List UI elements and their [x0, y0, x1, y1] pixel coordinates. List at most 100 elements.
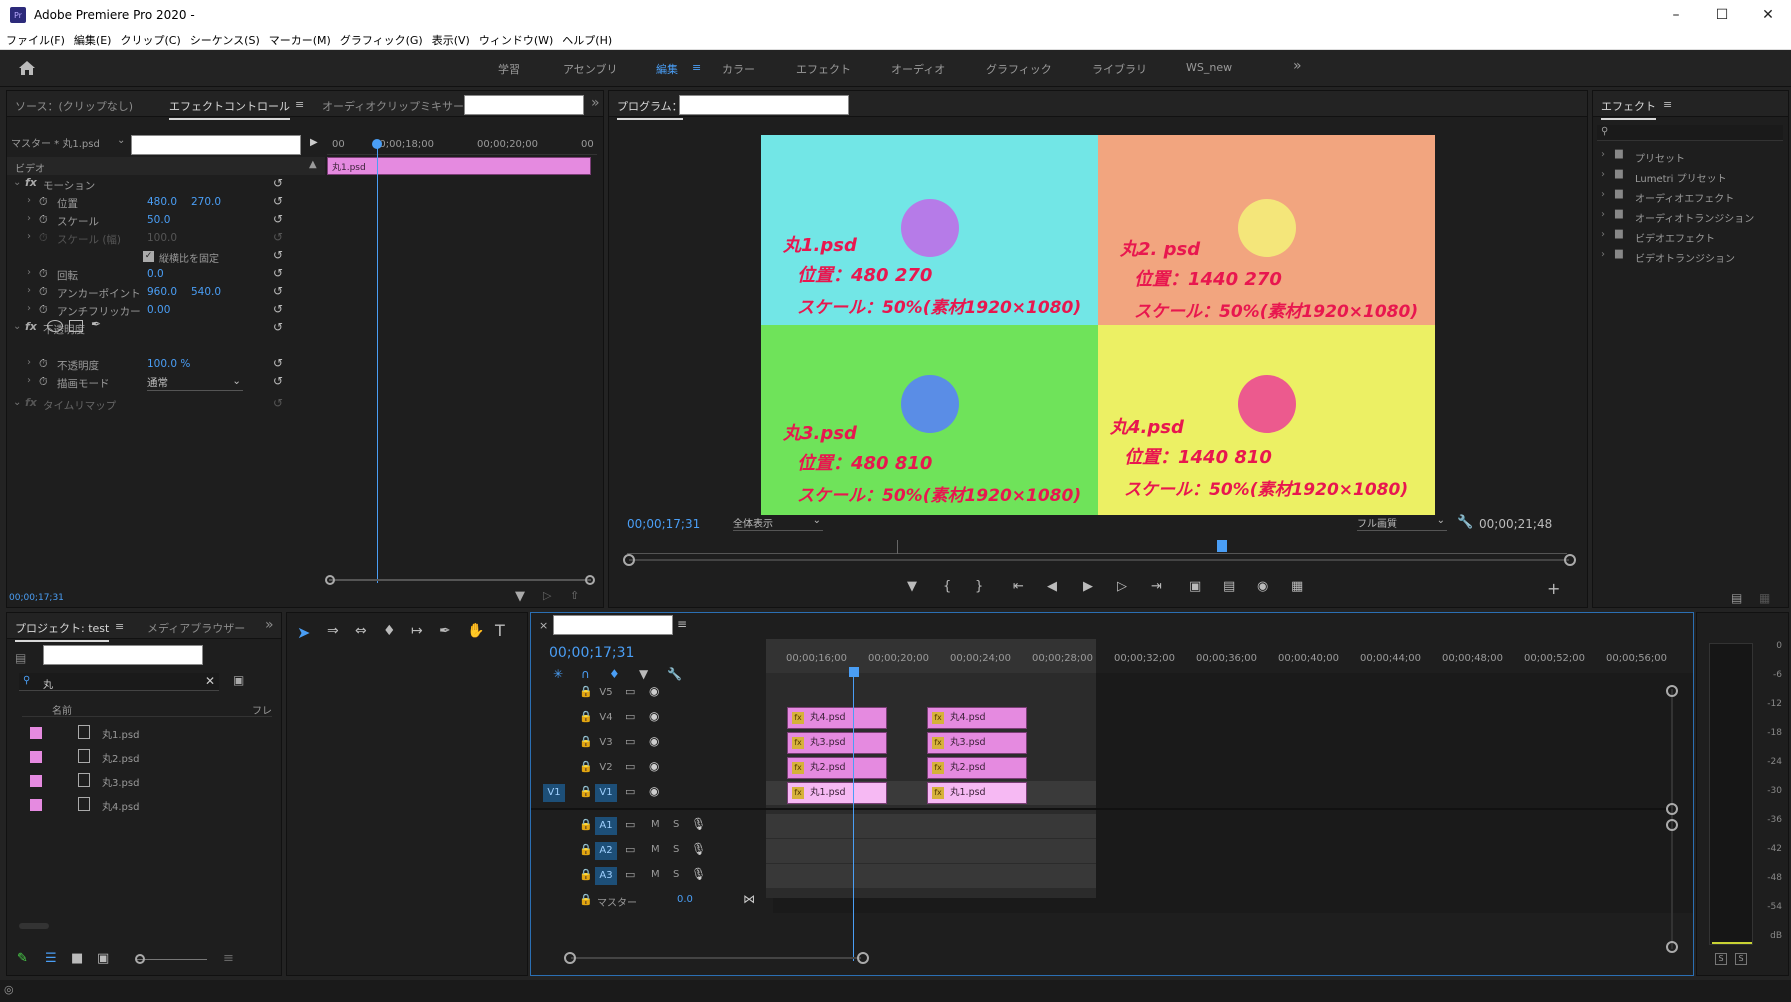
sequence-tab-field[interactable]: [553, 615, 673, 635]
effect-property-row[interactable]: › ⏱ 回転 0.0 ↺: [7, 265, 325, 285]
new-folder-icon[interactable]: ▤: [1731, 591, 1742, 605]
add-marker-icon[interactable]: ▼: [907, 579, 917, 594]
effect-playhead-handle[interactable]: [372, 139, 382, 149]
quality-select[interactable]: フル画質 ⌄: [1357, 515, 1447, 531]
lock-icon[interactable]: 🔒: [579, 710, 593, 723]
expand-chevron-icon[interactable]: ›: [1601, 169, 1605, 180]
slip-tool-icon[interactable]: ↦: [411, 623, 423, 639]
microphone-icon[interactable]: 🎙: [691, 842, 706, 856]
reset-icon[interactable]: ↺: [273, 266, 283, 280]
selection-tool-icon[interactable]: ➤: [297, 623, 310, 642]
sync-lock-icon[interactable]: ▭: [625, 760, 635, 773]
property-value[interactable]: 480.0: [147, 196, 177, 208]
close-button[interactable]: ✕: [1745, 0, 1791, 30]
effects-folder[interactable]: › ▆ ビデオトランジション: [1601, 247, 1781, 265]
filter-icon[interactable]: ▼: [515, 589, 525, 604]
mute-button[interactable]: M: [651, 869, 660, 880]
comparison-view-icon[interactable]: ▦: [1291, 579, 1303, 594]
timeline-clip[interactable]: fx 丸4.psd: [927, 707, 1027, 729]
stopwatch-icon[interactable]: ⏱: [39, 303, 48, 317]
expand-chevron-icon[interactable]: ›: [1601, 149, 1605, 160]
expand-chevron-icon[interactable]: ›: [1601, 189, 1605, 200]
reset-icon[interactable]: ↺: [273, 194, 283, 208]
property-value-2[interactable]: 270.0: [191, 196, 221, 208]
sync-lock-icon[interactable]: ▭: [625, 710, 635, 723]
expand-chevron-icon[interactable]: ›: [27, 231, 31, 242]
chevron-down-icon[interactable]: ⌄: [117, 135, 125, 146]
program-scrubber[interactable]: [627, 540, 1567, 554]
track-target-A3[interactable]: A3: [595, 867, 617, 885]
track-select-tool-icon[interactable]: ⇒: [327, 623, 339, 639]
hand-tool-icon[interactable]: ✋: [467, 623, 484, 639]
effects-folder[interactable]: › ▆ Lumetri プリセット: [1601, 167, 1781, 185]
workspace-effects[interactable]: エフェクト: [796, 61, 851, 77]
play-triangle-icon[interactable]: ▶: [310, 137, 318, 148]
timeline-clip[interactable]: fx 丸2.psd: [787, 757, 887, 779]
workspace-editing[interactable]: 編集: [656, 61, 678, 77]
effect-property-row[interactable]: › ⏱ スケール 50.0 ↺: [7, 211, 325, 231]
wrench-icon[interactable]: 🔧: [1457, 515, 1473, 530]
tab-source[interactable]: ソース：(クリップなし): [15, 98, 133, 114]
menu-sequence[interactable]: シーケンス(S): [190, 32, 260, 48]
workspace-graphics[interactable]: グラフィック: [986, 61, 1052, 77]
program-zoom-bar[interactable]: [629, 559, 1569, 561]
expand-chevron-icon[interactable]: ›: [27, 375, 31, 386]
project-item[interactable]: 丸4.psd: [22, 793, 272, 815]
step-forward-icon[interactable]: ▷: [1117, 579, 1127, 594]
ripple-edit-tool-icon[interactable]: ⇔: [355, 623, 367, 639]
extract-icon[interactable]: ▤: [1223, 579, 1235, 594]
workspace-libraries[interactable]: ライブラリ: [1092, 61, 1147, 77]
timeline-clip[interactable]: fx 丸1.psd: [787, 782, 887, 804]
lock-aspect-checkbox[interactable]: ✓: [143, 251, 154, 262]
property-value[interactable]: 50.0: [147, 214, 170, 226]
reset-icon[interactable]: ↺: [273, 356, 283, 370]
menu-clip[interactable]: クリップ(C): [120, 32, 180, 48]
column-name[interactable]: 名前: [52, 702, 72, 717]
program-video-frame[interactable]: 丸1.psd 位置：480 270 スケール：50%(素材1920×1080) 丸2.…: [761, 135, 1435, 515]
list-view-icon[interactable]: ☰: [45, 951, 57, 966]
more-panels-icon[interactable]: »: [265, 617, 274, 633]
project-item[interactable]: 丸1.psd: [22, 721, 272, 743]
effects-folder[interactable]: › ▆ プリセット: [1601, 147, 1781, 165]
go-to-out-icon[interactable]: ⇥: [1151, 579, 1162, 594]
delete-icon[interactable]: ▦: [1759, 591, 1770, 605]
tab-audio-clip-mixer[interactable]: オーディオクリップミキサー：: [322, 98, 475, 114]
reset-icon[interactable]: ↺: [273, 302, 283, 316]
tab-effects[interactable]: エフェクト: [1601, 98, 1656, 120]
menu-file[interactable]: ファイル(F): [6, 32, 65, 48]
label-color-swatch[interactable]: [30, 775, 42, 787]
home-icon[interactable]: [18, 60, 36, 76]
sort-icon[interactable]: ≡: [223, 951, 234, 966]
fit-select[interactable]: 全体表示 ⌄: [733, 515, 823, 531]
workspace-audio[interactable]: オーディオ: [891, 61, 945, 77]
linked-selection-icon[interactable]: ♦: [609, 667, 620, 681]
project-menu-icon[interactable]: ≡: [115, 620, 124, 633]
export-frame-icon[interactable]: ◉: [1257, 579, 1268, 594]
project-item[interactable]: 丸3.psd: [22, 769, 272, 791]
tab-project[interactable]: プロジェクト: test: [15, 620, 110, 642]
more-panels-icon[interactable]: »: [591, 95, 600, 111]
fx-icon[interactable]: fx: [25, 176, 37, 189]
label-color-swatch[interactable]: [30, 799, 42, 811]
zoom-slider[interactable]: [137, 959, 207, 960]
property-value[interactable]: 100.0 %: [147, 358, 190, 370]
sync-lock-icon[interactable]: ▭: [625, 785, 635, 798]
rectangle-mask-icon[interactable]: [69, 320, 83, 332]
minimize-button[interactable]: –: [1653, 0, 1699, 30]
effect-property-row[interactable]: › ⏱ 描画モード 通常 ⌄ ↺: [7, 373, 325, 393]
mute-button[interactable]: M: [651, 819, 660, 830]
reset-icon[interactable]: ↺: [273, 396, 283, 410]
solo-button[interactable]: S: [673, 844, 679, 855]
effect-property-row[interactable]: › ⏱ アンカーポイント 960.0 540.0 ↺: [7, 283, 325, 303]
menu-edit[interactable]: 編集(E): [74, 32, 112, 48]
track-target-V2[interactable]: V2: [595, 759, 617, 777]
timeline-settings-wrench-icon[interactable]: 🔧: [667, 667, 682, 681]
effects-folder[interactable]: › ▆ オーディオエフェクト: [1601, 187, 1781, 205]
pen-tool-icon[interactable]: ✒: [439, 623, 451, 639]
source-patch-v1[interactable]: V1: [543, 784, 565, 802]
timeline-clip[interactable]: fx 丸4.psd: [787, 707, 887, 729]
sequence-clip-field[interactable]: [131, 135, 301, 155]
stopwatch-icon[interactable]: ⏱: [39, 195, 48, 209]
timeline-clip[interactable]: fx 丸3.psd: [787, 732, 887, 754]
timeline-clip[interactable]: fx 丸3.psd: [927, 732, 1027, 754]
